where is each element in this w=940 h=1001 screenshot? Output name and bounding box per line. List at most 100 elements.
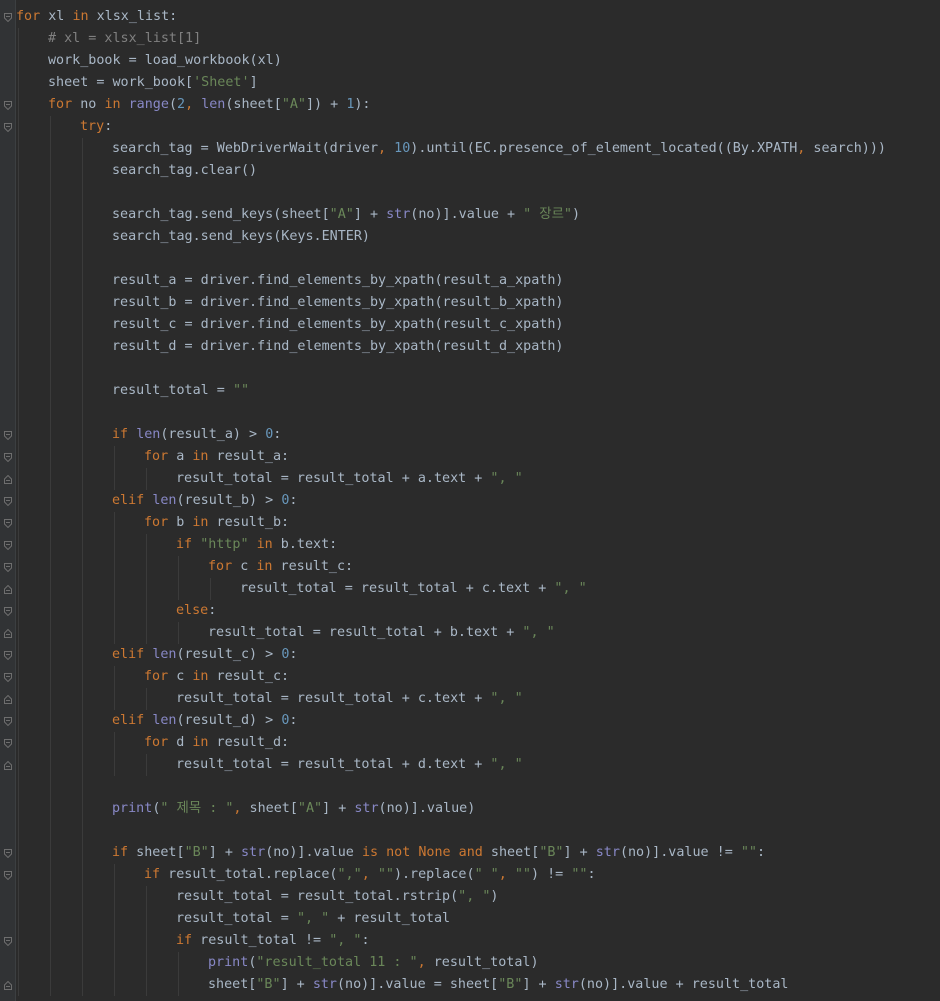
code-token: search_tag = WebDriverWait(driver: [112, 141, 379, 156]
code-line[interactable]: if "http" in b.text:: [176, 534, 337, 556]
code-line[interactable]: result_total = result_total + d.text + "…: [176, 754, 523, 776]
code-token: ",": [337, 867, 362, 882]
code-editor[interactable]: for xl in xlsx_list: # xl = xlsx_list[1] w…: [0, 0, 940, 1001]
indent-guide: [178, 556, 179, 600]
code-token: elif: [112, 493, 145, 508]
code-line[interactable]: result_total = "": [112, 380, 249, 402]
fold-open-icon[interactable]: [4, 431, 12, 440]
fold-close-icon[interactable]: [4, 981, 12, 990]
fold-open-icon[interactable]: [4, 497, 12, 506]
code-token: if: [176, 537, 193, 552]
fold-open-icon[interactable]: [4, 519, 12, 528]
code-token: result_total = result_total + b.text +: [208, 625, 523, 640]
fold-open-icon[interactable]: [4, 717, 12, 726]
code-token: ): [572, 207, 581, 222]
code-line[interactable]: for c in result_c:: [144, 666, 289, 688]
code-line[interactable]: search_tag.send_keys(Keys.ENTER): [112, 226, 370, 248]
code-line[interactable]: result_total = result_total + c.text + "…: [240, 578, 587, 600]
code-line[interactable]: for b in result_b:: [144, 512, 289, 534]
code-line[interactable]: result_total = ", " + result_total: [176, 908, 450, 930]
code-token: result_total =: [176, 911, 297, 926]
code-token: ", ": [296, 911, 330, 926]
code-line[interactable]: elif len(result_c) > 0:: [112, 644, 297, 666]
fold-open-icon[interactable]: [4, 123, 12, 132]
code-token: c: [168, 669, 193, 684]
code-line[interactable]: else:: [176, 600, 216, 622]
fold-open-icon[interactable]: [4, 651, 12, 660]
code-line[interactable]: search_tag.send_keys(sheet["A"] + str(no…: [112, 204, 580, 226]
code-token: ,: [361, 867, 378, 882]
code-line[interactable]: if result_total.replace(",", "").replace…: [144, 864, 596, 886]
code-line[interactable]: result_total = result_total + a.text + "…: [176, 468, 523, 490]
code-line[interactable]: result_a = driver.find_elements_by_xpath…: [112, 270, 563, 292]
code-token: (sheet[: [225, 97, 282, 112]
code-line[interactable]: print(" 제목 : ", sheet["A"] + str(no)].va…: [112, 798, 475, 820]
code-token: sheet[: [249, 801, 298, 816]
code-line[interactable]: result_d = driver.find_elements_by_xpath…: [112, 336, 563, 358]
code-token: "A": [281, 97, 306, 112]
code-line[interactable]: if len(result_a) > 0:: [112, 424, 281, 446]
fold-close-icon[interactable]: [4, 629, 12, 638]
code-token: (no)].value = sheet[: [337, 977, 499, 992]
code-token: ).replace(: [393, 867, 475, 882]
code-line[interactable]: elif len(result_d) > 0:: [112, 710, 297, 732]
fold-open-icon[interactable]: [4, 453, 12, 462]
fold-open-icon[interactable]: [4, 673, 12, 682]
code-line[interactable]: work_book = load_workbook(xl): [48, 50, 282, 72]
code-line[interactable]: result_total = result_total + c.text + "…: [176, 688, 523, 710]
code-line[interactable]: result_c = driver.find_elements_by_xpath…: [112, 314, 563, 336]
code-line[interactable]: search_tag.clear(): [112, 160, 257, 182]
fold-close-icon[interactable]: [4, 585, 12, 594]
code-token: "": [514, 867, 531, 882]
code-line[interactable]: # xl = xlsx_list[1]: [48, 28, 201, 50]
fold-open-icon[interactable]: [4, 101, 12, 110]
fold-open-icon[interactable]: [4, 541, 12, 550]
code-line[interactable]: for d in result_d:: [144, 732, 289, 754]
code-token: "": [571, 867, 588, 882]
code-token: sheet[: [208, 977, 257, 992]
code-line[interactable]: result_total = result_total.rstrip(", "): [176, 886, 498, 908]
code-token: b.text:: [272, 537, 338, 552]
code-token: 10: [394, 141, 411, 156]
code-token: ,: [185, 97, 202, 112]
code-line[interactable]: for c in result_c:: [208, 556, 353, 578]
fold-open-icon[interactable]: [4, 607, 12, 616]
code-token: result_total.replace(: [160, 867, 338, 882]
fold-close-icon[interactable]: [4, 475, 12, 484]
indent-guide: [146, 688, 147, 710]
code-token: result_total !=: [192, 933, 330, 948]
code-token: for: [144, 515, 169, 530]
code-line[interactable]: for no in range(2, len(sheet["A"]) + 1):: [48, 94, 371, 116]
code-line[interactable]: sheet = work_book['Sheet']: [48, 72, 258, 94]
code-line[interactable]: print("result_total 11 : ", result_total…: [208, 952, 539, 974]
code-token: "B": [539, 845, 564, 860]
code-line[interactable]: try:: [80, 116, 112, 138]
code-line[interactable]: search_tag = WebDriverWait(driver, 10).u…: [112, 138, 886, 160]
fold-open-icon[interactable]: [4, 849, 12, 858]
code-line[interactable]: result_b = driver.find_elements_by_xpath…: [112, 292, 563, 314]
fold-close-icon[interactable]: [4, 761, 12, 770]
code-token: result_total = result_total + c.text +: [240, 581, 555, 596]
code-line[interactable]: for a in result_a:: [144, 446, 289, 468]
code-line[interactable]: result_total = result_total + b.text + "…: [208, 622, 555, 644]
fold-close-icon[interactable]: [4, 695, 12, 704]
fold-open-icon[interactable]: [4, 937, 12, 946]
code-token: for: [16, 9, 41, 24]
code-token: b: [168, 515, 193, 530]
fold-open-icon[interactable]: [4, 871, 12, 880]
code-line[interactable]: elif len(result_b) > 0:: [112, 490, 297, 512]
code-line[interactable]: if result_total != ", ":: [176, 930, 370, 952]
fold-open-icon[interactable]: [4, 563, 12, 572]
code-token: result_a = driver.find_elements_by_xpath…: [112, 273, 564, 288]
code-line[interactable]: if sheet["B"] + str(no)].value is not No…: [112, 842, 765, 864]
fold-open-icon[interactable]: [4, 13, 12, 22]
code-token: in: [192, 515, 209, 530]
fold-open-icon[interactable]: [4, 739, 12, 748]
code-line[interactable]: for xl in xlsx_list:: [16, 6, 177, 28]
code-token: for: [208, 559, 233, 574]
code-token: ", ": [522, 625, 555, 640]
code-token: :: [273, 427, 282, 442]
code-line[interactable]: sheet["B"] + str(no)].value = sheet["B"]…: [208, 974, 788, 996]
code-token: for: [144, 449, 169, 464]
